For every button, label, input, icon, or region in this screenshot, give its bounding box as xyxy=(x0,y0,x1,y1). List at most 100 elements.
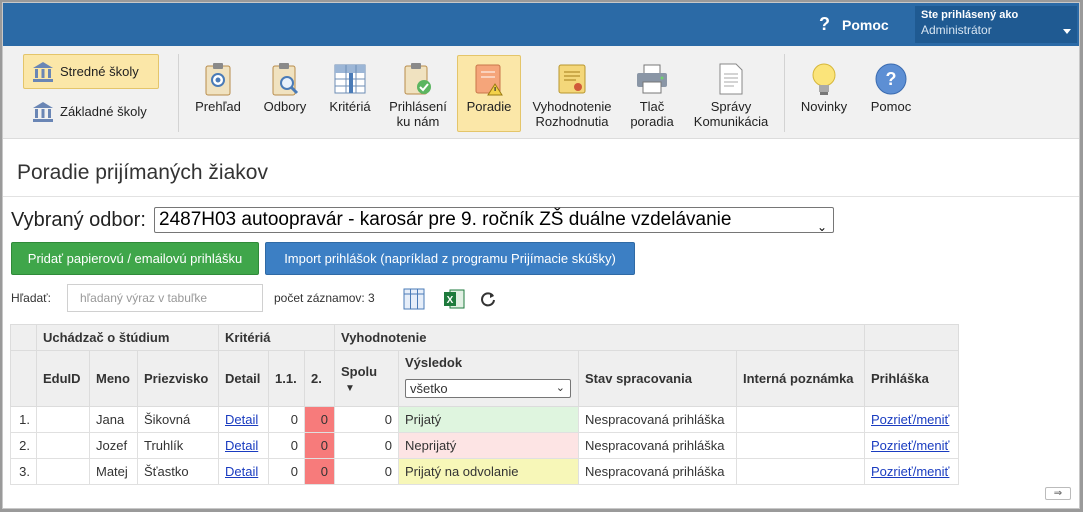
detail-link[interactable]: Detail xyxy=(225,464,258,479)
group-empty xyxy=(864,324,959,351)
table-row: 1. Jana Šikovná Detail 0 0 0 Prijatý Nes… xyxy=(10,406,959,433)
col-vysledok[interactable]: Výsledok všetko ⌄ xyxy=(398,350,579,407)
cell-priezvisko: Truhlík xyxy=(137,432,219,459)
chevron-down-icon: ⌄ xyxy=(816,220,827,234)
col-eduid[interactable]: EduID xyxy=(36,350,90,407)
toolbar-pomoc[interactable]: ? Pomoc xyxy=(864,55,918,132)
cell-poznamka[interactable] xyxy=(736,406,865,433)
col-stav[interactable]: Stav spracovania xyxy=(578,350,737,407)
cell-poznamka[interactable] xyxy=(736,432,865,459)
toolbar-prehlad[interactable]: Prehľad xyxy=(191,55,245,132)
cell-k1: 0 xyxy=(268,432,305,459)
cell-poznamka[interactable] xyxy=(736,458,865,485)
cell-eduid xyxy=(36,458,90,485)
cell-meno: Jozef xyxy=(89,432,138,459)
odbor-value: 2487H03 autoopravár - karosár pre 9. roč… xyxy=(159,209,732,230)
cell-detail: Detail xyxy=(218,406,269,433)
cell-k2: 0 xyxy=(304,432,335,459)
toolbar-prihlaseni-label-2: ku nám xyxy=(396,114,440,129)
scroll-right-icon[interactable]: ⇒ xyxy=(1045,487,1071,500)
cell-prihlaska: Pozrieť/meniť xyxy=(864,406,959,433)
toolbar-spravy[interactable]: Správy Komunikácia xyxy=(689,55,773,132)
toolbar-separator xyxy=(178,54,179,132)
app-window: ? Pomoc Ste prihlásený ako Administrátor… xyxy=(2,2,1080,509)
col-vysledok-label: Výsledok xyxy=(405,355,463,370)
school-zakladne-label: Základné školy xyxy=(60,104,147,119)
cell-detail: Detail xyxy=(218,458,269,485)
group-vyhodnotenie: Vyhodnotenie xyxy=(334,324,865,351)
refresh-icon[interactable] xyxy=(477,288,499,310)
toolbar-spravy-label-1: Správy xyxy=(710,99,752,114)
cell-vysledok[interactable]: Prijatý xyxy=(398,406,579,433)
excel-export-icon[interactable]: X xyxy=(443,288,465,310)
group-kriteria: Kritériá xyxy=(218,324,335,351)
import-applications-button[interactable]: Import prihlášok (napríklad z programu P… xyxy=(265,242,635,275)
user-caption: Ste prihlásený ako xyxy=(921,9,1019,21)
search-label: Hľadať: xyxy=(11,291,52,305)
cell-vysledok[interactable]: Prijatý na odvolanie xyxy=(398,458,579,485)
toolbar-novinky[interactable]: Novinky xyxy=(796,55,852,132)
cell-stav: Nespracovaná prihláška xyxy=(578,432,737,459)
clipboard-eye-icon xyxy=(200,61,236,97)
table-group-header: Uchádzač o štúdium Kritériá Vyhodnotenie xyxy=(10,324,959,351)
cell-spolu: 0 xyxy=(334,458,399,485)
col-meno[interactable]: Meno xyxy=(89,350,138,407)
question-icon: ? xyxy=(819,14,830,34)
toolbar-odbory[interactable]: Odbory xyxy=(257,55,313,132)
detail-link[interactable]: Detail xyxy=(225,438,258,453)
applicants-table: Uchádzač o štúdium Kritériá Vyhodnotenie… xyxy=(10,324,959,485)
cell-prihlaska: Pozrieť/meniť xyxy=(864,432,959,459)
add-paper-application-button[interactable]: Pridať papierovú / emailovú prihlášku xyxy=(11,242,259,275)
toolbar-prehlad-label: Prehľad xyxy=(195,99,241,114)
vysledok-filter-value: všetko xyxy=(410,381,448,396)
cell-prihlaska: Pozrieť/meniť xyxy=(864,458,959,485)
toolbar-tlac-label-1: Tlač xyxy=(639,99,665,114)
user-menu[interactable]: Ste prihlásený ako Administrátor xyxy=(915,6,1077,43)
view-edit-link[interactable]: Pozrieť/meniť xyxy=(871,464,949,479)
clipboard-search-icon xyxy=(267,61,303,97)
cell-rownum: 2. xyxy=(10,432,37,459)
col-k1[interactable]: 1.1. xyxy=(268,350,305,407)
toolbar-spravy-label-2: Komunikácia xyxy=(693,114,769,129)
document-warning-icon xyxy=(471,61,507,97)
col-prihlaska: Prihláška xyxy=(864,350,959,407)
cell-meno: Matej xyxy=(89,458,138,485)
columns-icon[interactable] xyxy=(403,288,425,310)
view-edit-link[interactable]: Pozrieť/meniť xyxy=(871,412,949,427)
school-zakladne-button[interactable]: Základné školy xyxy=(23,94,159,129)
toolbar-tlac[interactable]: Tlač poradia xyxy=(625,55,679,132)
help-link[interactable]: ? Pomoc xyxy=(819,14,889,35)
school-stredne-label: Stredné školy xyxy=(60,64,139,79)
toolbar-prihlaseni-label-1: Prihlásení xyxy=(389,99,447,114)
view-edit-link[interactable]: Pozrieť/meniť xyxy=(871,438,949,453)
bank-icon xyxy=(30,59,56,85)
top-bar: ? Pomoc Ste prihlásený ako Administrátor xyxy=(3,3,1079,46)
table-row: 3. Matej Šťastko Detail 0 0 0 Prijatý na… xyxy=(10,458,959,485)
toolbar-poradie[interactable]: Poradie xyxy=(457,55,521,132)
col-poznamka[interactable]: Interná poznámka xyxy=(736,350,865,407)
school-type-switch: Stredné školy Základné školy xyxy=(23,54,159,134)
main-toolbar: Stredné školy Základné školy Prehľad Odb… xyxy=(3,46,1079,139)
cell-eduid xyxy=(36,406,90,433)
cell-rownum: 1. xyxy=(10,406,37,433)
cell-priezvisko: Šťastko xyxy=(137,458,219,485)
vysledok-filter-select[interactable]: všetko ⌄ xyxy=(405,379,571,398)
cell-vysledok[interactable]: Neprijatý xyxy=(398,432,579,459)
col-spolu[interactable]: Spolu ▼ xyxy=(334,350,399,407)
detail-link[interactable]: Detail xyxy=(225,412,258,427)
col-priezvisko[interactable]: Priezvisko xyxy=(137,350,219,407)
odbor-select[interactable]: 2487H03 autoopravár - karosár pre 9. roč… xyxy=(154,207,834,234)
toolbar-vyhodnotenie[interactable]: Vyhodnotenie Rozhodnutia xyxy=(527,55,617,132)
bank-icon xyxy=(30,99,56,125)
col-k2[interactable]: 2. xyxy=(304,350,335,407)
school-stredne-button[interactable]: Stredné školy xyxy=(23,54,159,89)
toolbar-kriteria[interactable]: Kritériá xyxy=(323,55,377,132)
cell-spolu: 0 xyxy=(334,432,399,459)
toolbar-prihlaseni[interactable]: Prihlásení ku nám xyxy=(385,55,451,132)
search-input[interactable]: hľadaný výraz v tabuľke xyxy=(67,284,263,312)
table-header: EduID Meno Priezvisko Detail 1.1. 2. Spo… xyxy=(10,350,959,407)
sort-desc-icon: ▼ xyxy=(345,382,355,394)
chevron-down-icon: ⌄ xyxy=(555,382,565,394)
help-label: Pomoc xyxy=(842,16,889,33)
cell-k1: 0 xyxy=(268,458,305,485)
